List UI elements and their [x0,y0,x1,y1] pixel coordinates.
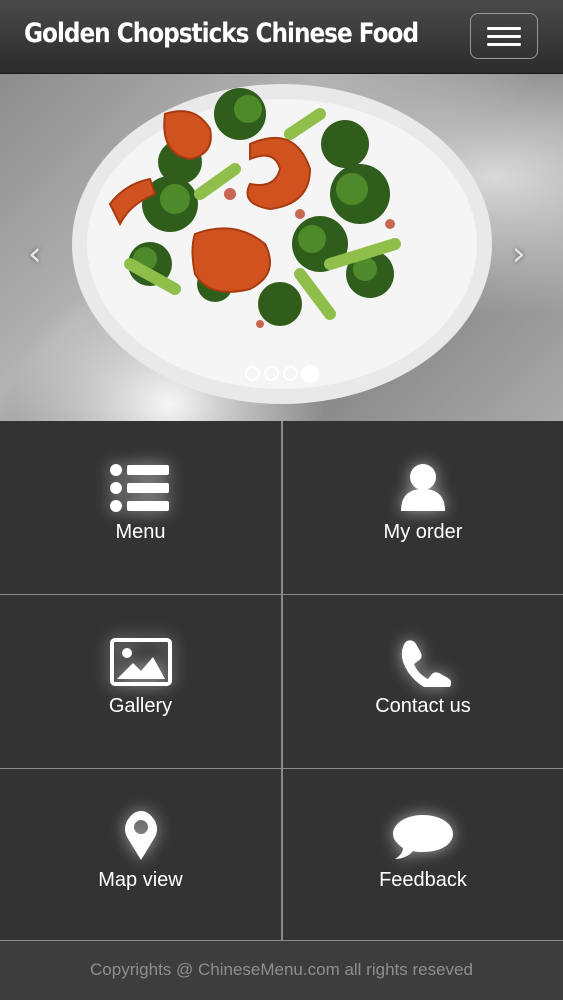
footer: Copyrights @ ChineseMenu.com all rights … [0,940,563,1000]
gallery-tile-label: Gallery [108,695,173,717]
contact-us-tile[interactable]: Contact us [283,595,563,768]
feedback-tile[interactable]: Feedback [283,769,563,940]
grid-divider-vertical [281,421,283,940]
hamburger-icon [487,27,521,30]
phone-icon [401,640,452,687]
carousel-prev-arrow[interactable]: ‹ [28,234,42,274]
hamburger-icon-bar [487,43,521,46]
food-photo [72,84,492,404]
contact-us-tile-label: Contact us [375,695,471,717]
speech-bubble-icon [393,815,453,859]
feedback-tile-label: Feedback [379,869,467,891]
carousel-dot-1[interactable] [245,366,260,381]
image-carousel[interactable]: ‹ › [0,74,563,421]
image-icon [109,638,172,686]
copyright-text: Copyrights @ ChineseMenu.com all rights … [90,960,473,979]
grid-divider-horizontal [0,594,563,595]
list-icon [109,464,169,512]
brand-title[interactable]: Golden Chopsticks Chinese Food [24,18,419,49]
hamburger-icon-bar [487,35,521,38]
menu-tile-label: Menu [115,521,166,543]
app-header: Golden Chopsticks Chinese Food [0,0,563,74]
user-icon [401,464,445,511]
my-order-tile-label: My order [383,521,463,543]
grid-divider-horizontal [0,768,563,769]
navigation-grid: Menu My order Gallery Contact us Map vie… [0,421,563,940]
carousel-dot-2[interactable] [264,366,279,381]
carousel-dot-3[interactable] [283,366,298,381]
carousel-dot-4-active[interactable] [301,365,319,383]
carousel-next-arrow[interactable]: › [512,234,526,274]
map-view-tile[interactable]: Map view [0,769,281,940]
gallery-tile[interactable]: Gallery [0,595,281,768]
my-order-tile[interactable]: My order [283,421,563,594]
map-pin-icon [124,811,157,860]
menu-tile[interactable]: Menu [0,421,281,594]
menu-toggle-button[interactable] [470,13,538,59]
map-view-tile-label: Map view [98,869,183,891]
